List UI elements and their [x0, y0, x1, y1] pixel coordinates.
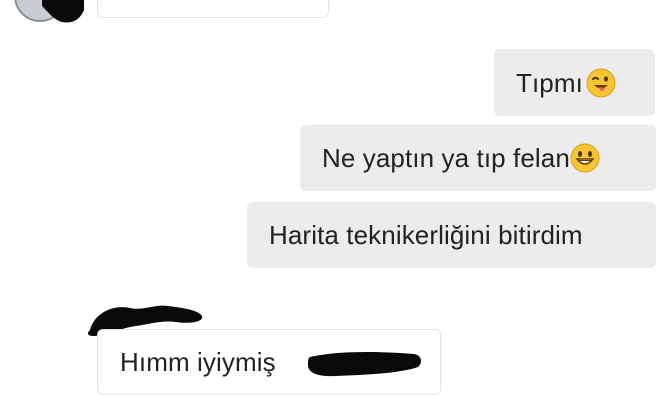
- incoming-message-bubble-top[interactable]: [97, 0, 329, 18]
- message-text: Tıpmı: [516, 67, 583, 98]
- message-text: Hımm iyiymiş: [120, 347, 276, 377]
- winking-face-with-tongue-icon: [586, 68, 616, 97]
- chat-thread: Tıpmı Ne yaptın ya tıp felan Harita tekn…: [0, 0, 672, 395]
- outgoing-message-bubble[interactable]: Harita teknikerliğini bitirdim: [247, 202, 656, 268]
- message-text: Harita teknikerliğini bitirdim: [269, 220, 583, 250]
- message-text: Ne yaptın ya tıp felan: [322, 143, 570, 173]
- outgoing-message-bubble[interactable]: Ne yaptın ya tıp felan: [300, 125, 656, 191]
- grinning-face-icon: [570, 143, 600, 173]
- outgoing-message-bubble[interactable]: Tıpmı: [494, 49, 655, 116]
- redaction-scribble-top: [42, 0, 84, 23]
- redaction-scribble-message: [308, 352, 422, 377]
